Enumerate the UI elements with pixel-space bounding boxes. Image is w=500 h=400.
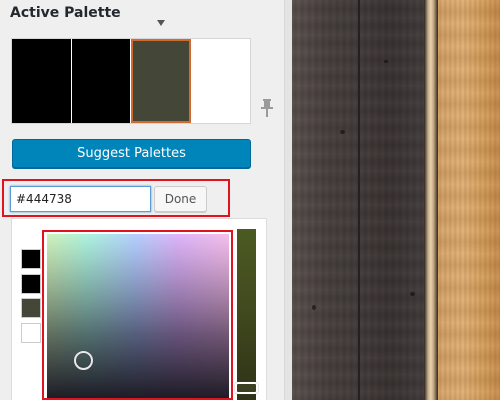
palette-swatch[interactable] — [12, 39, 72, 123]
suggest-palettes-button[interactable]: Suggest Palettes — [12, 139, 251, 168]
picker-swatch[interactable] — [21, 274, 41, 294]
panel-divider[interactable] — [284, 0, 292, 400]
wood-knot — [384, 60, 388, 63]
picker-highlight-box — [42, 230, 233, 400]
value-slider-handle[interactable] — [235, 382, 258, 394]
wood-knot — [312, 305, 316, 310]
pin-icon[interactable] — [260, 98, 274, 118]
saturation-handle[interactable] — [74, 351, 93, 370]
plank-seam — [358, 0, 360, 400]
wood-knot — [410, 292, 415, 296]
light-wood-plank — [438, 0, 500, 400]
wood-photo — [292, 0, 500, 400]
palette-swatches — [11, 38, 251, 124]
picker-swatch[interactable] — [21, 298, 41, 318]
value-slider[interactable] — [237, 229, 256, 400]
panel-title: Active Palette — [10, 5, 121, 21]
dark-wood-plank — [292, 0, 432, 400]
hex-color-input[interactable] — [10, 186, 151, 212]
palette-swatch[interactable] — [190, 39, 250, 123]
caret-down-icon[interactable] — [157, 20, 165, 26]
wood-gap — [424, 0, 438, 400]
done-button[interactable]: Done — [154, 186, 207, 212]
palette-swatch[interactable] — [131, 39, 191, 123]
picker-swatch[interactable] — [21, 249, 41, 269]
wood-knot — [340, 130, 345, 134]
picker-swatch[interactable] — [21, 323, 41, 343]
palette-swatch[interactable] — [71, 39, 131, 123]
